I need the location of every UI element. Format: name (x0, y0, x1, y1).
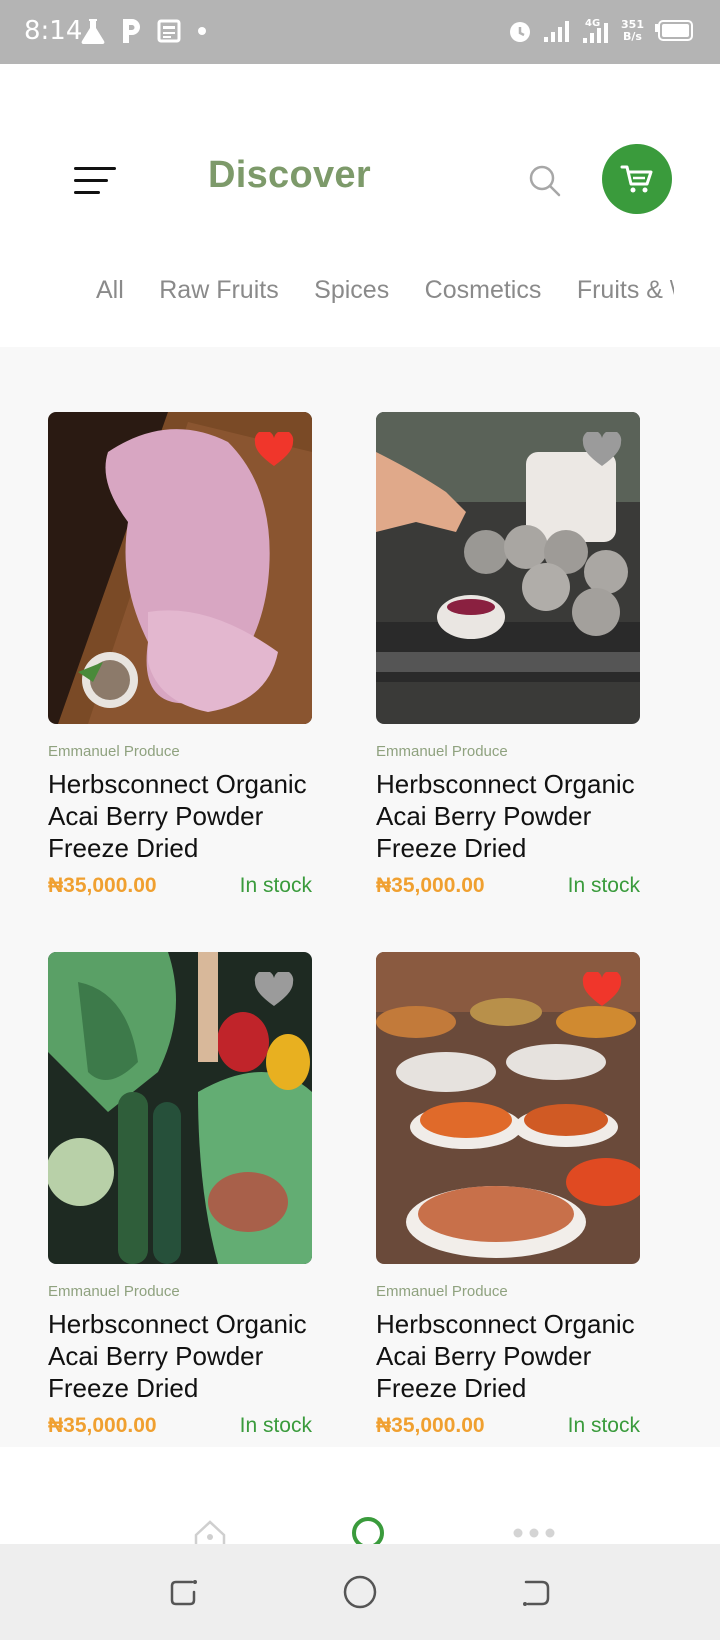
signal-icon (543, 14, 571, 48)
home-icon[interactable] (193, 1519, 227, 1547)
discover-screen: 8:14 4G 351 B/s Discover All Raw Fruits … (0, 0, 720, 1640)
page-title: Discover (208, 154, 371, 196)
product-name[interactable]: Herbsconnect Organic Acai Berry Powder F… (48, 1308, 312, 1404)
category-tab-all[interactable]: All (96, 276, 124, 305)
product-vendor: Emmanuel Produce (48, 743, 180, 760)
news-icon (156, 14, 182, 48)
stock-status: In stock (567, 874, 640, 896)
dot-icon (196, 14, 208, 48)
favorite-heart-icon[interactable] (254, 432, 294, 468)
parking-icon (120, 14, 142, 48)
battery-icon (654, 14, 694, 48)
circle-icon[interactable] (350, 1515, 386, 1547)
product-grid: Emmanuel Produce Herbsconnect Organic Ac… (0, 347, 720, 1447)
product-card[interactable]: Emmanuel Produce Herbsconnect Organic Ac… (48, 412, 312, 896)
product-price: ₦35,000.00 (376, 1414, 485, 1436)
cart-icon (620, 165, 653, 193)
product-image-dessert-tray[interactable] (376, 412, 640, 724)
product-image-raw-meat[interactable] (48, 412, 312, 724)
product-image-spice-market[interactable] (376, 952, 640, 1264)
category-tab-raw-fruits[interactable]: Raw Fruits (159, 276, 278, 305)
svg-text:4G: 4G (585, 18, 600, 29)
status-time: 8:14 (24, 16, 83, 46)
category-tab-fruits-and-vegetables[interactable]: Fruits & \ (577, 276, 674, 305)
product-name[interactable]: Herbsconnect Organic Acai Berry Powder F… (376, 768, 640, 864)
stock-status: In stock (239, 874, 312, 896)
network-speed: 351 B/s (621, 18, 644, 43)
category-tab-spices[interactable]: Spices (314, 276, 389, 305)
product-vendor: Emmanuel Produce (376, 1283, 508, 1300)
signal-4g-icon: 4G (581, 14, 611, 48)
product-name[interactable]: Herbsconnect Organic Acai Berry Powder F… (48, 768, 312, 864)
search-icon[interactable] (528, 164, 562, 198)
alarm-icon (507, 14, 533, 48)
status-bar: 8:14 4G 351 B/s (0, 0, 720, 64)
category-tabs: All Raw Fruits Spices Cosmetics Fruits &… (96, 276, 674, 316)
more-dots-icon[interactable] (512, 1527, 556, 1539)
product-card[interactable]: Emmanuel Produce Herbsconnect Organic Ac… (48, 952, 312, 1436)
product-price: ₦35,000.00 (48, 1414, 157, 1436)
product-image-vegetables[interactable] (48, 952, 312, 1264)
back-icon[interactable] (518, 1574, 554, 1610)
cart-button[interactable] (602, 144, 672, 214)
product-vendor: Emmanuel Produce (376, 743, 508, 760)
flask-icon (80, 14, 106, 48)
system-nav-bar (0, 1544, 720, 1640)
favorite-heart-icon[interactable] (582, 432, 622, 468)
recent-apps-icon[interactable] (166, 1574, 202, 1610)
product-price: ₦35,000.00 (48, 874, 157, 896)
bottom-nav (0, 1447, 720, 1547)
stock-status: In stock (239, 1414, 312, 1436)
product-card[interactable]: Emmanuel Produce Herbsconnect Organic Ac… (376, 952, 640, 1436)
favorite-heart-icon[interactable] (582, 972, 622, 1008)
hamburger-menu-icon[interactable] (74, 167, 116, 197)
product-price: ₦35,000.00 (376, 874, 485, 896)
product-name[interactable]: Herbsconnect Organic Acai Berry Powder F… (376, 1308, 640, 1404)
product-vendor: Emmanuel Produce (48, 1283, 180, 1300)
stock-status: In stock (567, 1414, 640, 1436)
favorite-heart-icon[interactable] (254, 972, 294, 1008)
category-tab-cosmetics[interactable]: Cosmetics (425, 276, 542, 305)
product-card[interactable]: Emmanuel Produce Herbsconnect Organic Ac… (376, 412, 640, 896)
home-circle-icon[interactable] (342, 1574, 378, 1610)
